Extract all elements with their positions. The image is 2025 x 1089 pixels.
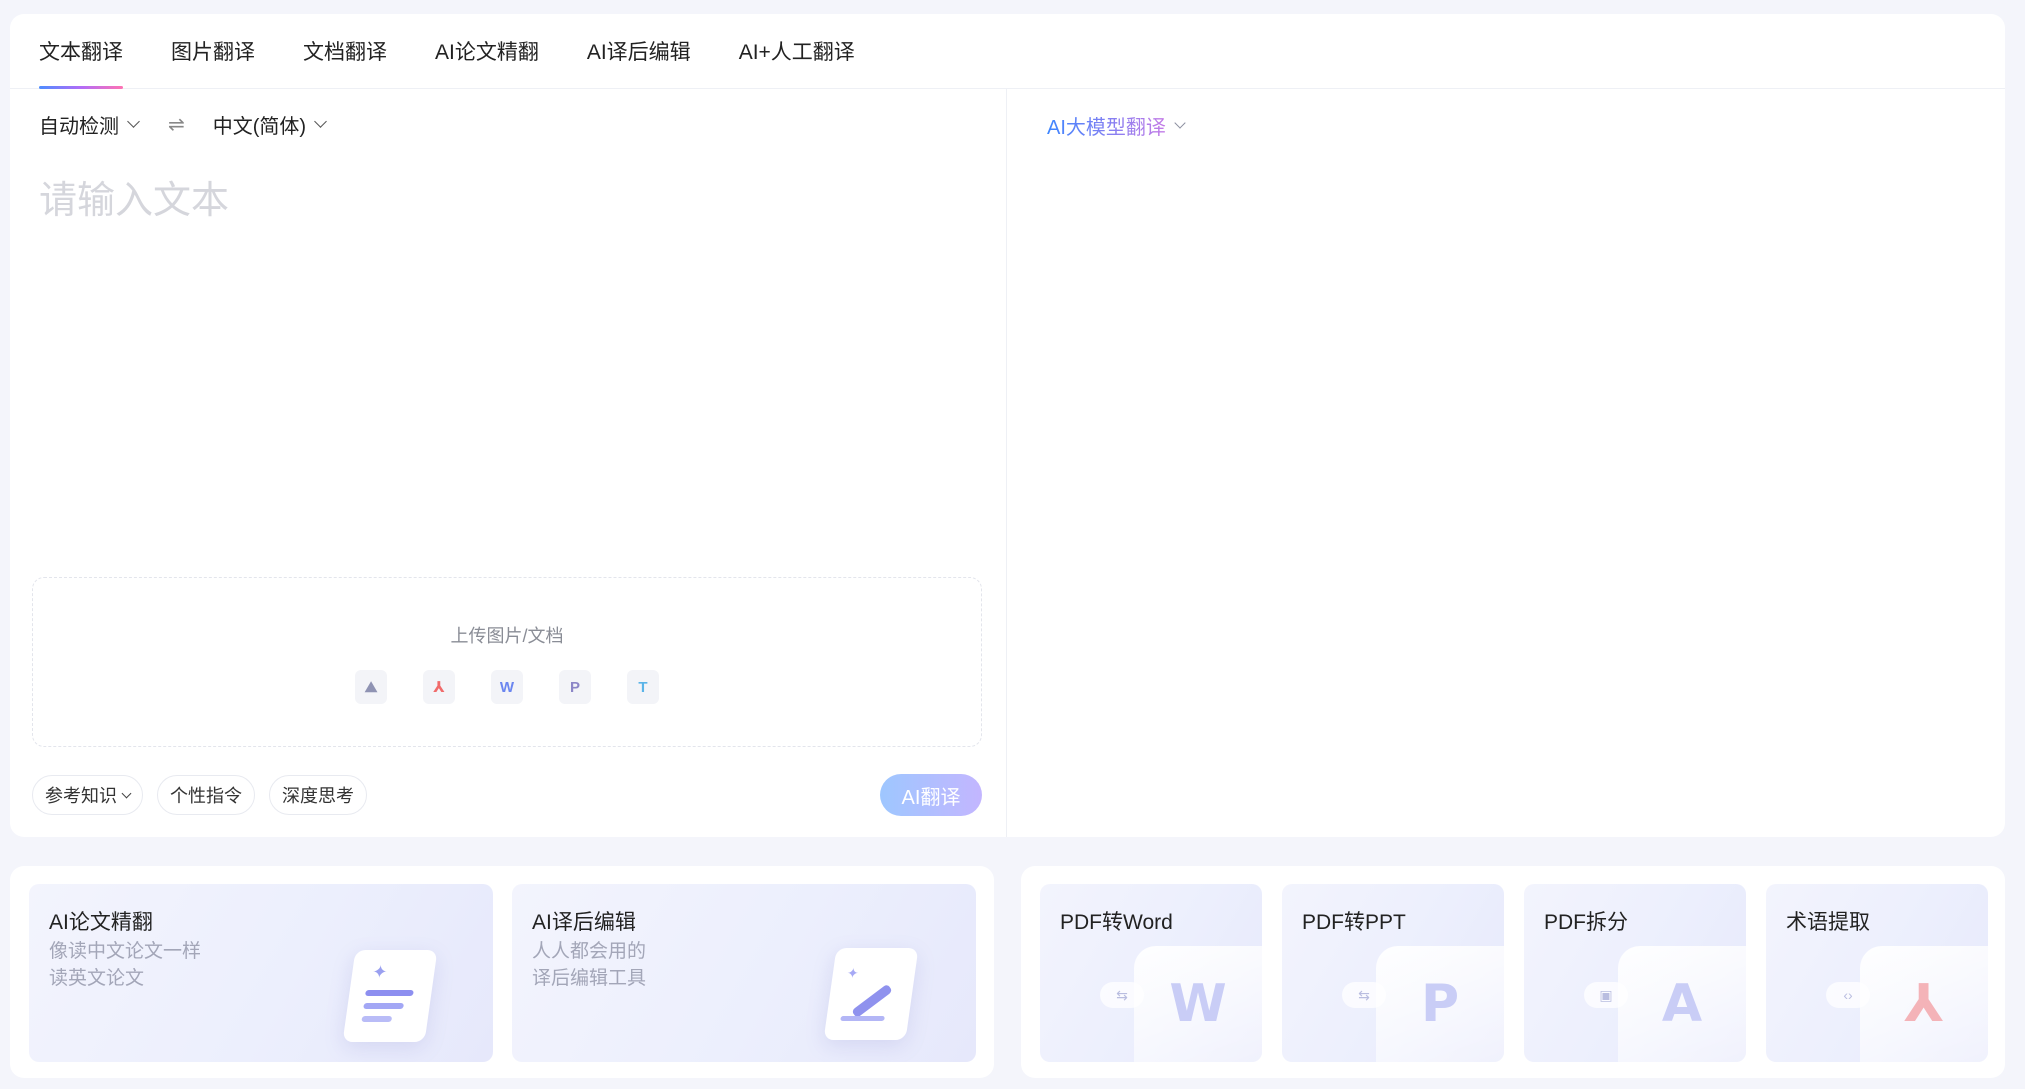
tool-pdf-to-word[interactable]: PDF转Word ⇆ W: [1040, 884, 1262, 1062]
tab-document-translate[interactable]: 文档翻译: [303, 14, 387, 89]
svg-text:✦: ✦: [371, 962, 389, 983]
text-file-icon[interactable]: T: [627, 670, 659, 704]
tab-ai-paper-translate[interactable]: AI论文精翻: [435, 14, 539, 89]
source-language-select[interactable]: 自动检测: [39, 110, 140, 139]
language-bar: 自动检测 ⇌ 中文(简体): [10, 89, 1006, 159]
mode-tabs: 文本翻译 图片翻译 文档翻译 AI论文精翻 AI译后编辑 AI+人工翻译: [10, 14, 2005, 89]
source-pane: 自动检测 ⇌ 中文(简体) 上传图片/文档 ⛰ ⅄ W P T 参考知识: [10, 89, 1007, 837]
promo-subtitle-line: 读英文论文: [49, 968, 145, 989]
tool-pdf-split[interactable]: PDF拆分 ▣ A: [1524, 884, 1746, 1062]
swap-languages-icon[interactable]: ⇌: [168, 112, 185, 137]
reference-knowledge-button[interactable]: 参考知识: [32, 775, 143, 815]
custom-instruction-button[interactable]: 个性指令: [157, 775, 255, 815]
tool-title: PDF转Word: [1060, 911, 1173, 934]
model-label: AI大模型翻译: [1047, 111, 1166, 140]
reference-knowledge-label: 参考知识: [45, 786, 117, 806]
upload-dropzone[interactable]: 上传图片/文档 ⛰ ⅄ W P T: [32, 577, 982, 747]
document-illustration-icon: ✦: [342, 950, 438, 1042]
options-row: 参考知识 个性指令 深度思考 AI翻译: [32, 773, 982, 817]
word-file-icon[interactable]: W: [491, 670, 523, 704]
promo-card-title: AI论文精翻: [49, 911, 153, 934]
tool-letter: P: [1420, 974, 1460, 1034]
upload-format-icons: ⛰ ⅄ W P T: [33, 670, 981, 704]
pdf-doc-icon: ⅄: [1860, 946, 1988, 1062]
tab-text-translate[interactable]: 文本翻译: [39, 14, 123, 89]
tool-letter: ⅄: [1904, 974, 1944, 1034]
tool-title: 术语提取: [1786, 911, 1870, 934]
promo-card-ai-paper[interactable]: AI论文精翻 像读中文论文一样 读英文论文 ✦: [29, 884, 493, 1062]
promo-card-ai-post-edit[interactable]: AI译后编辑 人人都会用的 译后编辑工具 ✦: [512, 884, 976, 1062]
chevron-down-icon: [127, 115, 140, 128]
chevron-down-icon: [314, 115, 327, 128]
deep-think-label: 深度思考: [282, 786, 354, 806]
upload-label: 上传图片/文档: [450, 626, 564, 646]
image-file-icon[interactable]: ⛰: [355, 670, 387, 704]
text-doc-icon: A: [1618, 946, 1746, 1062]
tab-ai-human-translate[interactable]: AI+人工翻译: [739, 14, 855, 89]
tool-term-extract[interactable]: 术语提取 ‹› ⅄: [1766, 884, 1988, 1062]
svg-text:✦: ✦: [846, 966, 860, 982]
tool-title: PDF拆分: [1544, 911, 1628, 934]
tool-letter: A: [1661, 974, 1703, 1034]
promo-card-subtitle: 像读中文论文一样 读英文论文: [49, 938, 249, 992]
tab-ai-post-edit[interactable]: AI译后编辑: [587, 14, 691, 89]
word-doc-icon: W: [1134, 946, 1262, 1062]
tab-image-translate[interactable]: 图片翻译: [171, 14, 255, 89]
custom-instruction-label: 个性指令: [170, 786, 242, 806]
promo-subtitle-line: 译后编辑工具: [532, 968, 647, 989]
source-text-input[interactable]: [39, 169, 979, 509]
promo-subtitle-line: 像读中文论文一样: [49, 941, 202, 962]
source-language-label: 自动检测: [39, 115, 119, 138]
chevron-down-icon: [121, 788, 132, 798]
chevron-down-icon: [1174, 117, 1186, 129]
tools-panel: PDF转Word ⇆ W PDF转PPT ⇆ P PDF拆分 ▣ A 术语提取 …: [1021, 866, 2005, 1078]
deep-think-button[interactable]: 深度思考: [269, 775, 367, 815]
target-pane: AI大模型翻译: [1007, 89, 2005, 837]
promo-card-title: AI译后编辑: [532, 911, 636, 934]
target-language-label: 中文(简体): [212, 115, 307, 138]
tool-pdf-to-ppt[interactable]: PDF转PPT ⇆ P: [1282, 884, 1504, 1062]
pdf-file-icon[interactable]: ⅄: [423, 670, 455, 704]
edit-pen-illustration-icon: ✦: [823, 948, 919, 1040]
feature-promo-panel: AI论文精翻 像读中文论文一样 读英文论文 ✦ AI译后编辑 人人都会用的 译后…: [10, 866, 994, 1078]
tool-letter: W: [1169, 974, 1227, 1034]
tool-title: PDF转PPT: [1302, 911, 1406, 934]
ppt-file-icon[interactable]: P: [559, 670, 591, 704]
target-language-select[interactable]: 中文(简体): [212, 110, 327, 139]
model-select[interactable]: AI大模型翻译: [1047, 111, 1186, 140]
ppt-doc-icon: P: [1376, 946, 1504, 1062]
ai-translate-button[interactable]: AI翻译: [880, 774, 982, 816]
promo-subtitle-line: 人人都会用的: [532, 941, 647, 962]
translator-panel: 文本翻译 图片翻译 文档翻译 AI论文精翻 AI译后编辑 AI+人工翻译 自动检…: [10, 14, 2005, 837]
promo-card-subtitle: 人人都会用的 译后编辑工具: [532, 938, 732, 992]
